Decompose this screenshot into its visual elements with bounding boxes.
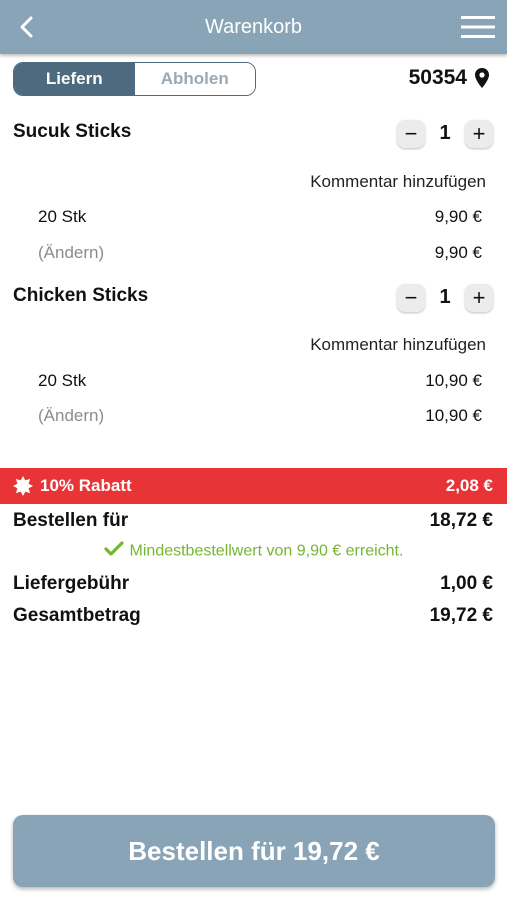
- place-order-button[interactable]: Bestellen für 19,72 €: [13, 815, 495, 887]
- increase-quantity-button[interactable]: +: [465, 120, 493, 148]
- checkmark-icon: [103, 541, 124, 562]
- change-item-link[interactable]: (Ändern): [38, 406, 104, 426]
- discount-banner: 10% Rabatt 2,08 €: [0, 468, 507, 504]
- discount-amount: 2,08 €: [445, 476, 493, 495]
- delivery-mode-toggle: Liefern Abholen: [13, 62, 256, 96]
- order-subtotal-label: Bestellen für: [13, 510, 129, 531]
- cart-item-name: Sucuk Sticks: [13, 121, 132, 142]
- delivery-fee-value: 1,00 €: [440, 573, 493, 594]
- location-selector[interactable]: 50354: [409, 66, 489, 90]
- app-header: Warenkorb: [0, 0, 507, 54]
- minimum-order-message: Mindestbestellwert von 9,90 € erreicht.: [0, 541, 507, 562]
- decrease-quantity-button[interactable]: −: [397, 120, 425, 148]
- item-variant: 20 Stk: [38, 371, 87, 390]
- deliver-tab[interactable]: Liefern: [14, 63, 135, 95]
- item-quantity: 1: [439, 286, 451, 308]
- total-label: Gesamtbetrag: [13, 605, 141, 626]
- hamburger-menu-icon[interactable]: [461, 15, 495, 39]
- total-value: 19,72 €: [429, 605, 493, 626]
- order-subtotal-value: 18,72 €: [429, 510, 493, 531]
- pickup-tab[interactable]: Abholen: [134, 63, 255, 95]
- variant-price: 10,90 €: [425, 371, 482, 390]
- item-total-price: 9,90 €: [434, 243, 482, 262]
- delivery-fee-label: Liefergebühr: [13, 573, 130, 594]
- map-pin-icon: [475, 68, 489, 88]
- increase-quantity-button[interactable]: +: [465, 284, 493, 312]
- cart-item-name: Chicken Sticks: [13, 285, 149, 306]
- decrease-quantity-button[interactable]: −: [397, 284, 425, 312]
- add-comment-link[interactable]: Kommentar hinzufügen: [310, 172, 486, 192]
- item-total-price: 10,90 €: [425, 406, 482, 425]
- zip-code: 50354: [408, 66, 467, 89]
- discount-label: 10% Rabatt: [40, 476, 132, 495]
- item-variant: 20 Stk: [38, 207, 87, 226]
- discount-badge-icon: [13, 476, 33, 496]
- add-comment-link[interactable]: Kommentar hinzufügen: [310, 335, 486, 355]
- page-title: Warenkorb: [204, 16, 303, 38]
- change-item-link[interactable]: (Ändern): [38, 243, 104, 263]
- variant-price: 9,90 €: [434, 207, 482, 226]
- item-quantity: 1: [439, 122, 451, 144]
- minimum-order-text: Mindestbestellwert von 9,90 € erreicht.: [129, 542, 404, 560]
